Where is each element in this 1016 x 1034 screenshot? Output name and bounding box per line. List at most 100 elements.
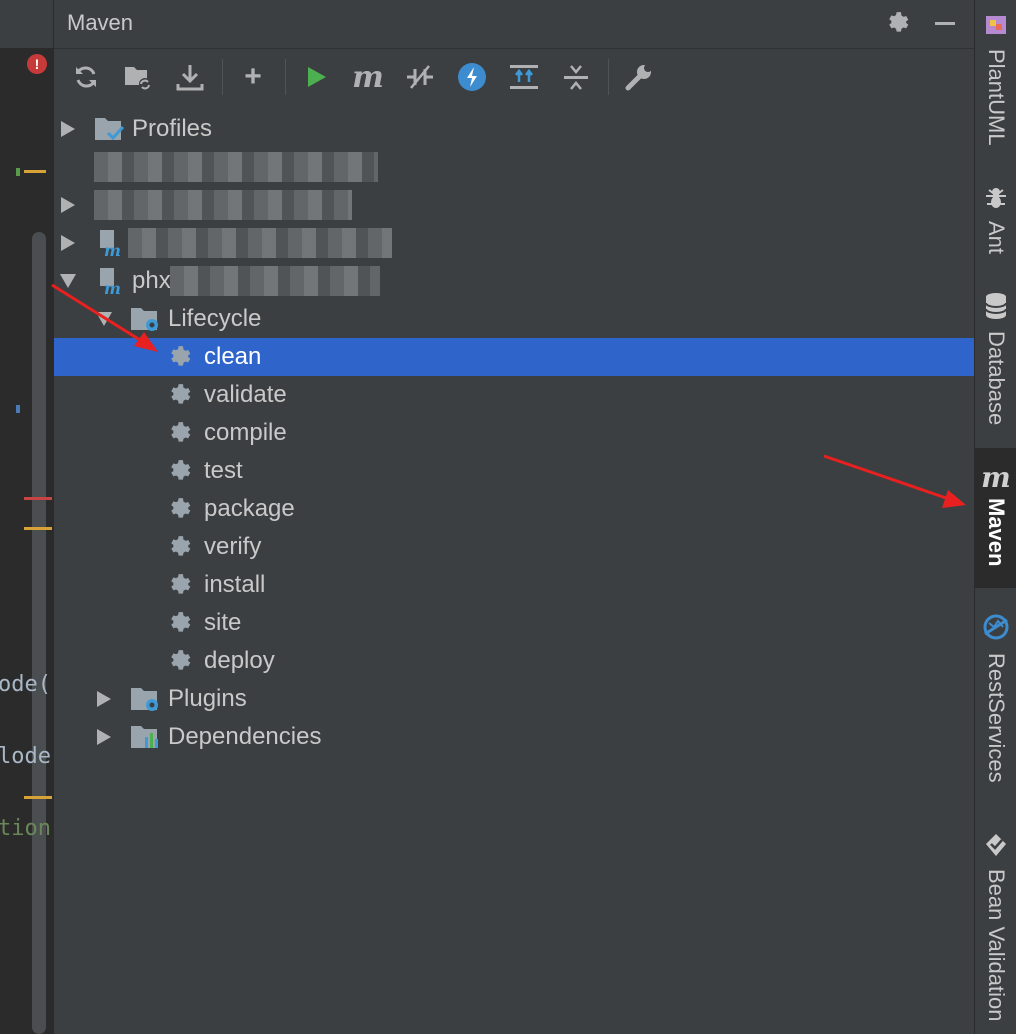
toolbar-separator [222,59,223,95]
tree-node-label: Plugins [168,685,247,713]
redacted-project-name [128,228,392,258]
tree-node-label: compile [204,419,287,447]
show-dependencies-icon[interactable] [504,57,544,97]
tree-node-goal-install[interactable]: install [54,566,974,604]
reload-icon[interactable] [66,57,106,97]
stripe-tab-restservices[interactable]: RestServices [975,612,1016,783]
tree-node-dependencies[interactable]: Dependencies [54,718,974,756]
editor-tab-bar [0,0,54,48]
error-indicator-icon[interactable]: ! [27,54,47,74]
maven-goal-icon[interactable]: m [348,57,388,97]
tree-node-plugins[interactable]: Plugins [54,680,974,718]
stripe-tab-label: Database [983,331,1009,425]
tree-node-profiles[interactable]: Profiles [54,110,974,148]
plantuml-icon [982,10,1010,43]
download-icon[interactable] [170,57,210,97]
gear-icon [166,456,196,486]
collapse-all-icon[interactable] [556,57,596,97]
tree-node-goal-test[interactable]: test [54,452,974,490]
tree-node-label: phx [132,267,171,295]
change-marker [16,405,20,413]
database-icon [983,292,1009,325]
run-icon[interactable] [296,57,336,97]
stripe-tab-database[interactable]: Database [975,292,1016,425]
tree-node-label: verify [204,533,261,561]
redacted-project-name [94,152,378,182]
stripe-tab-maven[interactable]: m Maven [975,448,1016,588]
expand-arrow-icon[interactable] [60,121,76,137]
tree-node-lifecycle[interactable]: Lifecycle [54,300,974,338]
tree-node-goal-package[interactable]: package [54,490,974,528]
rest-services-icon [981,612,1011,647]
tree-node-project-obscured[interactable]: m [54,224,974,262]
code-line: tion [0,816,51,841]
toggle-offline-icon[interactable] [400,57,440,97]
warning-marker [24,527,52,530]
ant-icon [983,184,1009,215]
svg-text:m: m [104,241,121,258]
tree-node-goal-clean[interactable]: clean [54,338,974,376]
gear-icon [166,418,196,448]
tree-node-project-expanded[interactable]: m phx [54,262,974,300]
tree-node-goal-compile[interactable]: compile [54,414,974,452]
svg-text:m: m [104,279,121,296]
stripe-tab-bean-validation[interactable]: Bean Validation [975,832,1016,1022]
change-marker [24,170,46,173]
stripe-tab-label: RestServices [983,653,1009,783]
panel-title: Maven [67,10,133,36]
expand-arrow-icon[interactable] [96,691,112,707]
warning-marker [24,796,52,799]
tree-node-label: test [204,457,243,485]
profiles-folder-icon [94,114,124,144]
expand-arrow-icon[interactable] [60,235,76,251]
tree-node-goal-deploy[interactable]: deploy [54,642,974,680]
error-marker [24,497,52,500]
tree-node-label: site [204,609,241,637]
gear-icon [166,570,196,600]
tree-node-label: clean [204,343,261,371]
collapse-arrow-icon[interactable] [60,273,76,289]
maven-toolbar: + m [54,49,974,105]
tree-node-label: install [204,571,265,599]
stripe-tab-label: Maven [983,498,1009,566]
right-tool-stripe: PlantUML Ant Database m Maven RestServic… [974,0,1016,1034]
lifecycle-folder-icon [130,304,160,334]
change-marker [16,168,20,176]
gear-icon [166,608,196,638]
tree-node-goal-site[interactable]: site [54,604,974,642]
maven-module-icon: m [94,228,124,258]
expand-arrow-icon[interactable] [60,197,76,213]
add-icon[interactable]: + [233,57,273,97]
minimize-icon[interactable] [930,8,960,38]
editor-gutter: ! ode() lode tion [0,0,54,1034]
settings-wrench-icon[interactable] [619,57,659,97]
stripe-tab-plantuml[interactable]: PlantUML [975,10,1016,146]
gear-icon [166,342,196,372]
stripe-tab-label: PlantUML [983,49,1009,146]
dependencies-folder-icon [130,722,160,752]
gear-icon [166,532,196,562]
tree-node-project-obscured[interactable] [54,186,974,224]
stripe-tab-ant[interactable]: Ant [975,184,1016,254]
tree-node-label: Lifecycle [168,305,261,333]
bean-validation-icon [983,832,1009,863]
generate-sources-icon[interactable] [118,57,158,97]
stripe-tab-label: Ant [983,221,1009,254]
tree-node-goal-verify[interactable]: verify [54,528,974,566]
code-line: lode [0,744,51,769]
maven-icon: m [981,464,1011,492]
stripe-tab-label: Bean Validation [983,869,1009,1022]
tree-node-label: deploy [204,647,275,675]
gear-icon[interactable] [884,8,914,38]
toolbar-separator [608,59,609,95]
tree-node-label: validate [204,381,287,409]
tree-node-project-obscured[interactable] [54,148,974,186]
gear-icon [166,646,196,676]
skip-tests-icon[interactable] [452,57,492,97]
editor-scrollbar[interactable] [32,232,46,1034]
tree-node-goal-validate[interactable]: validate [54,376,974,414]
maven-module-icon: m [94,266,124,296]
expand-arrow-icon[interactable] [96,729,112,745]
tree-node-label: Profiles [132,115,212,143]
collapse-arrow-icon[interactable] [96,311,112,327]
